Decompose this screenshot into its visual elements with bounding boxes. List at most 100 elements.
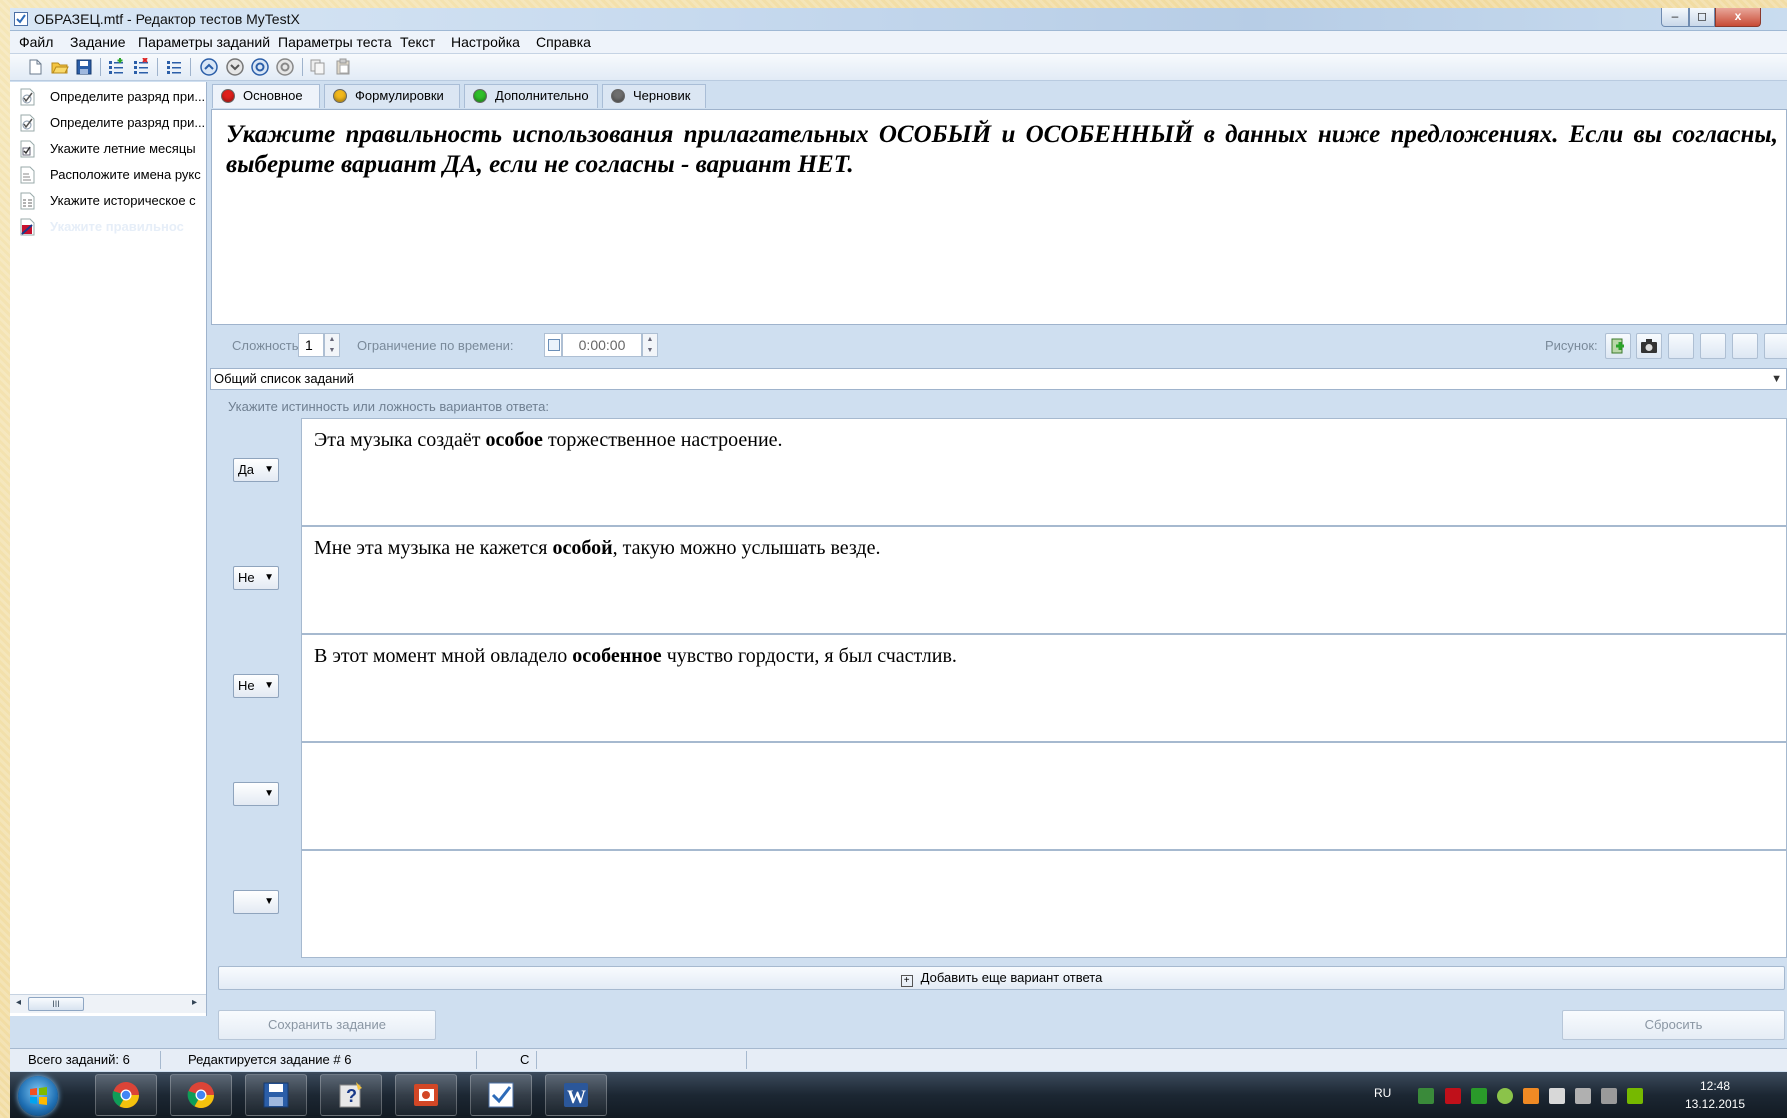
answer-text-editor[interactable] [301, 850, 1787, 958]
time-stepper[interactable]: ▲ ▼ [642, 333, 658, 357]
add-answer-button[interactable]: + Добавить еще вариант ответа [218, 966, 1785, 990]
time-limit-checkbox[interactable] [544, 333, 562, 357]
tray-flag-icon[interactable] [1549, 1088, 1565, 1104]
minimize-button[interactable]: – [1661, 8, 1689, 27]
tab-draft[interactable]: Черновик [602, 84, 706, 108]
new-file-icon[interactable] [26, 58, 44, 76]
menu-help[interactable]: Справка [536, 34, 591, 50]
tray-network-icon[interactable] [1418, 1088, 1434, 1104]
task-group-select[interactable]: Общий список заданий ▼ [210, 368, 1787, 390]
tray-antivirus-icon[interactable] [1471, 1088, 1487, 1104]
task-list-item[interactable]: Расположите имена рукс [10, 162, 206, 188]
gray-status-icon [611, 89, 625, 103]
question-editor[interactable]: Укажите правильность использования прила… [211, 109, 1787, 325]
picture-slot-button[interactable] [1700, 333, 1726, 359]
menu-task[interactable]: Задание [70, 34, 126, 50]
tray-nvidia-icon[interactable] [1627, 1088, 1643, 1104]
answer-truth-select[interactable]: ▼ [233, 890, 279, 914]
scroll-right-icon[interactable]: ▸ [192, 997, 197, 1008]
delete-task-icon[interactable] [132, 58, 150, 76]
toolbar-separator [100, 58, 101, 76]
answer-row: Не ▼ В этот момент мной овладело особенн… [213, 634, 1787, 742]
menu-settings[interactable]: Настройка [451, 34, 520, 50]
tray-volume-icon[interactable] [1601, 1088, 1617, 1104]
answer-text-editor[interactable] [301, 742, 1787, 850]
picture-slot-button[interactable] [1668, 333, 1694, 359]
taskbar-mytestx[interactable] [470, 1074, 532, 1116]
task-list-item-label: Определите разряд при... [50, 89, 206, 104]
taskbar-clock[interactable]: 12:48 13.12.2015 [1680, 1077, 1750, 1113]
taskbar-save-app[interactable] [245, 1074, 307, 1116]
answer-text-editor[interactable]: Мне эта музыка не кажется особой, такую … [301, 526, 1787, 634]
picture-slot-button[interactable] [1732, 333, 1758, 359]
plus-icon: + [900, 975, 913, 987]
refresh-icon[interactable] [251, 58, 269, 76]
horizontal-scrollbar[interactable]: ◂ III ▸ [10, 994, 206, 1013]
tray-app-icon[interactable] [1523, 1088, 1539, 1104]
answer-text: Мне эта музыка не кажется особой, такую … [314, 537, 881, 559]
tab-main[interactable]: Основное [212, 84, 320, 108]
time-input[interactable]: 0:00:00 [562, 333, 642, 357]
answer-truth-select[interactable]: ▼ [233, 782, 279, 806]
window-title: ОБРАЗЕЦ.mtf - Редактор тестов MyTestX [34, 11, 300, 27]
save-icon[interactable] [75, 58, 93, 76]
open-folder-icon[interactable] [51, 58, 69, 76]
answer-text-editor[interactable]: В этот момент мной овладело особенное чу… [301, 634, 1787, 742]
clock-date: 13.12.2015 [1684, 1097, 1746, 1111]
keyboard-language[interactable]: RU [1374, 1086, 1391, 1100]
menu-text[interactable]: Текст [400, 34, 435, 50]
answer-truth-select[interactable]: Не ▼ [233, 566, 279, 590]
move-up-icon[interactable] [200, 58, 218, 76]
difficulty-stepper[interactable]: ▲ ▼ [324, 333, 340, 357]
answers-hint: Укажите истинность или ложность варианто… [228, 399, 549, 414]
copy-icon[interactable] [309, 58, 327, 76]
title-bar: ОБРАЗЕЦ.mtf - Редактор тестов MyTestX – … [10, 8, 1787, 31]
taskbar-help-app[interactable]: ? [320, 1074, 382, 1116]
help-circle-icon[interactable] [276, 58, 294, 76]
status-separator [746, 1051, 747, 1069]
menu-file[interactable]: Файл [19, 34, 53, 50]
start-button[interactable] [18, 1076, 58, 1116]
tab-additional[interactable]: Дополнительно [464, 84, 598, 108]
menu-test-params[interactable]: Параметры теста [278, 34, 392, 50]
taskbar-chrome[interactable] [170, 1074, 232, 1116]
taskbar-word[interactable]: W [545, 1074, 607, 1116]
save-task-button[interactable]: Сохранить задание [218, 1010, 436, 1040]
menu-task-params[interactable]: Параметры заданий [138, 34, 270, 50]
task-group-value: Общий список заданий [214, 371, 355, 386]
task-list-item[interactable]: Укажите летние месяцы [10, 136, 206, 162]
task-list-item-label: Определите разряд при... [50, 115, 206, 130]
task-list-item[interactable]: Определите разряд при... [10, 84, 206, 110]
tab-formulations[interactable]: Формулировки [324, 84, 460, 108]
camera-button[interactable] [1636, 333, 1662, 359]
add-answer-label: Добавить еще вариант ответа [920, 970, 1103, 985]
reset-button[interactable]: Сбросить [1562, 1010, 1785, 1040]
scroll-left-icon[interactable]: ◂ [16, 997, 21, 1008]
add-picture-button[interactable] [1605, 333, 1631, 359]
floppy-disk-icon [263, 1082, 289, 1108]
taskbar-chrome[interactable] [95, 1074, 157, 1116]
task-list-icon[interactable] [165, 58, 183, 76]
task-list-item-selected[interactable]: Укажите правильнос [10, 214, 206, 240]
scrollbar-thumb[interactable]: III [28, 997, 84, 1011]
add-task-icon[interactable] [107, 58, 125, 76]
taskbar-powerpoint[interactable] [395, 1074, 457, 1116]
move-down-icon[interactable] [226, 58, 244, 76]
toolbar [10, 54, 1787, 81]
answer-truth-select[interactable]: Не ▼ [233, 674, 279, 698]
tray-update-icon[interactable] [1497, 1088, 1513, 1104]
close-button[interactable]: x [1715, 8, 1761, 27]
picture-slot-button[interactable] [1764, 333, 1787, 359]
maximize-button[interactable]: ◻ [1689, 8, 1715, 27]
answer-text-editor[interactable]: Эта музыка создаёт особое торжественное … [301, 418, 1787, 526]
tray-display-icon[interactable] [1575, 1088, 1591, 1104]
task-list-item-label: Укажите историческое с [50, 193, 196, 208]
tray-acrobat-icon[interactable] [1445, 1088, 1461, 1104]
difficulty-input[interactable]: 1 [298, 333, 324, 357]
chevron-down-icon: ▼ [264, 788, 274, 799]
paste-icon[interactable] [334, 58, 352, 76]
answer-truth-select[interactable]: Да ▼ [233, 458, 279, 482]
answer-row: Да ▼ Эта музыка создаёт особое торжестве… [213, 418, 1787, 526]
task-list-item[interactable]: Определите разряд при... [10, 110, 206, 136]
task-list-item[interactable]: Укажите историческое с [10, 188, 206, 214]
